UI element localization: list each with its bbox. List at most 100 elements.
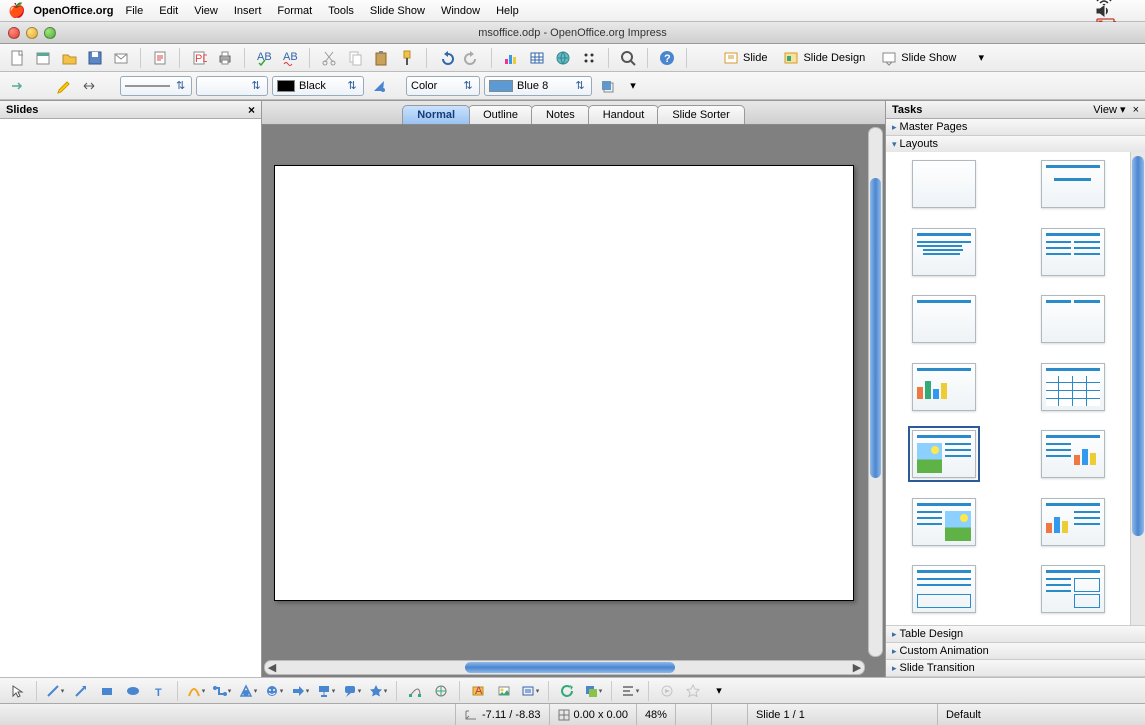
drawbar-overflow-button[interactable]: ▾ [707, 681, 731, 701]
menu-slideshow[interactable]: Slide Show [370, 5, 425, 17]
line-style-combo[interactable]: ⇅ [120, 76, 192, 96]
menu-tools[interactable]: Tools [328, 5, 354, 17]
flowchart-tool[interactable] [314, 681, 338, 701]
arrow-ends-button[interactable] [78, 75, 100, 97]
help-button[interactable]: ? [656, 47, 678, 69]
slideshow-button[interactable]: Slide Show [875, 47, 962, 69]
copy-button[interactable] [344, 47, 366, 69]
select-tool[interactable] [6, 681, 30, 701]
layouts-scrollbar[interactable] [1130, 152, 1145, 625]
vertical-scrollbar[interactable] [868, 127, 883, 657]
animation-tool[interactable] [681, 681, 705, 701]
slides-panel-close-icon[interactable]: × [248, 103, 255, 117]
tab-handout[interactable]: Handout [588, 105, 660, 124]
menu-format[interactable]: Format [277, 5, 312, 17]
highlight-button[interactable] [52, 75, 74, 97]
status-layout[interactable]: Default [937, 704, 1145, 725]
hscroll-thumb[interactable] [465, 662, 675, 673]
menu-window[interactable]: Window [441, 5, 480, 17]
layout-title-table[interactable] [1041, 363, 1105, 411]
hyperlink-button[interactable] [552, 47, 574, 69]
new-doc-button[interactable] [6, 47, 28, 69]
arrow-style-button[interactable] [6, 75, 28, 97]
area-format-button[interactable] [368, 75, 390, 97]
layout-title-image-text[interactable] [912, 430, 976, 478]
from-file-tool[interactable] [492, 681, 516, 701]
callouts-tool[interactable] [340, 681, 364, 701]
layout-title-only[interactable] [912, 295, 976, 343]
volume-icon[interactable] [1096, 5, 1110, 17]
tab-outline[interactable]: Outline [468, 105, 533, 124]
print-direct-button[interactable] [214, 47, 236, 69]
layout-title[interactable] [1041, 160, 1105, 208]
save-button[interactable] [84, 47, 106, 69]
layout-title-text-image[interactable] [912, 498, 976, 546]
menu-view[interactable]: View [194, 5, 218, 17]
tasks-view-menu[interactable]: View [1093, 104, 1117, 116]
edit-file-button[interactable] [149, 47, 171, 69]
status-selection-mode[interactable] [711, 704, 747, 725]
line-width-combo[interactable]: ⇅ [196, 76, 268, 96]
toolbar-overflow-button[interactable]: ▾ [970, 47, 992, 69]
vscroll-thumb[interactable] [870, 178, 881, 478]
spellcheck-button[interactable]: ABC [253, 47, 275, 69]
layout-title-2text-over[interactable] [912, 565, 976, 613]
chart-button[interactable] [500, 47, 522, 69]
fontwork-tool[interactable]: A [466, 681, 490, 701]
slides-panel-body[interactable] [0, 119, 261, 677]
toolbar2-overflow-button[interactable]: ▾ [622, 75, 644, 97]
show-draw-button[interactable] [578, 47, 600, 69]
line-color-combo[interactable]: Black ⇅ [272, 76, 364, 96]
layout-blank[interactable] [912, 160, 976, 208]
status-insert-mode[interactable] [675, 704, 711, 725]
gluepoints-tool[interactable] [429, 681, 453, 701]
status-zoom[interactable]: 48% [636, 704, 675, 725]
fill-color-combo[interactable]: Blue 8 ⇅ [484, 76, 592, 96]
tab-normal[interactable]: Normal [402, 105, 470, 124]
app-name[interactable]: OpenOffice.org [33, 5, 113, 17]
autospell-button[interactable]: ABC [279, 47, 301, 69]
menu-insert[interactable]: Insert [234, 5, 262, 17]
open-button[interactable] [58, 47, 80, 69]
rectangle-tool[interactable] [95, 681, 119, 701]
connector-tool[interactable] [210, 681, 234, 701]
menu-edit[interactable]: Edit [159, 5, 178, 17]
templates-button[interactable] [32, 47, 54, 69]
apple-menu-icon[interactable]: 🍎 [8, 2, 25, 19]
layout-2title[interactable] [1041, 295, 1105, 343]
arrow-tool[interactable] [69, 681, 93, 701]
tab-slidesorter[interactable]: Slide Sorter [657, 105, 744, 124]
layout-title-chart[interactable] [912, 363, 976, 411]
horizontal-scrollbar[interactable]: ◀ ▶ [264, 660, 865, 675]
section-custom-animation[interactable]: ▸Custom Animation [886, 643, 1145, 660]
block-arrows-tool[interactable] [288, 681, 312, 701]
email-button[interactable] [110, 47, 132, 69]
cut-button[interactable] [318, 47, 340, 69]
zoom-button[interactable] [617, 47, 639, 69]
section-layouts[interactable]: ▾Layouts [886, 136, 1145, 626]
undo-button[interactable] [435, 47, 457, 69]
fill-mode-combo[interactable]: Color ⇅ [406, 76, 480, 96]
text-tool[interactable]: T [147, 681, 171, 701]
table-button[interactable] [526, 47, 548, 69]
tab-notes[interactable]: Notes [531, 105, 590, 124]
layout-title-bullets[interactable] [912, 228, 976, 276]
slide-canvas[interactable] [274, 165, 854, 601]
interaction-tool[interactable] [655, 681, 679, 701]
gallery-tool[interactable] [518, 681, 542, 701]
points-tool[interactable] [403, 681, 427, 701]
symbol-shapes-tool[interactable] [262, 681, 286, 701]
export-pdf-button[interactable]: PDF [188, 47, 210, 69]
stars-tool[interactable] [366, 681, 390, 701]
hscroll-right-icon[interactable]: ▶ [850, 661, 864, 674]
layouts-scroll-thumb[interactable] [1132, 156, 1144, 536]
rotate-tool[interactable] [555, 681, 579, 701]
align-tool[interactable] [618, 681, 642, 701]
hscroll-left-icon[interactable]: ◀ [265, 661, 279, 674]
curve-tool[interactable] [184, 681, 208, 701]
tasks-panel-close-icon[interactable]: × [1133, 104, 1139, 116]
redo-button[interactable] [461, 47, 483, 69]
shadow-button[interactable] [596, 75, 618, 97]
paste-button[interactable] [370, 47, 392, 69]
layout-title-text-2obj[interactable] [1041, 565, 1105, 613]
